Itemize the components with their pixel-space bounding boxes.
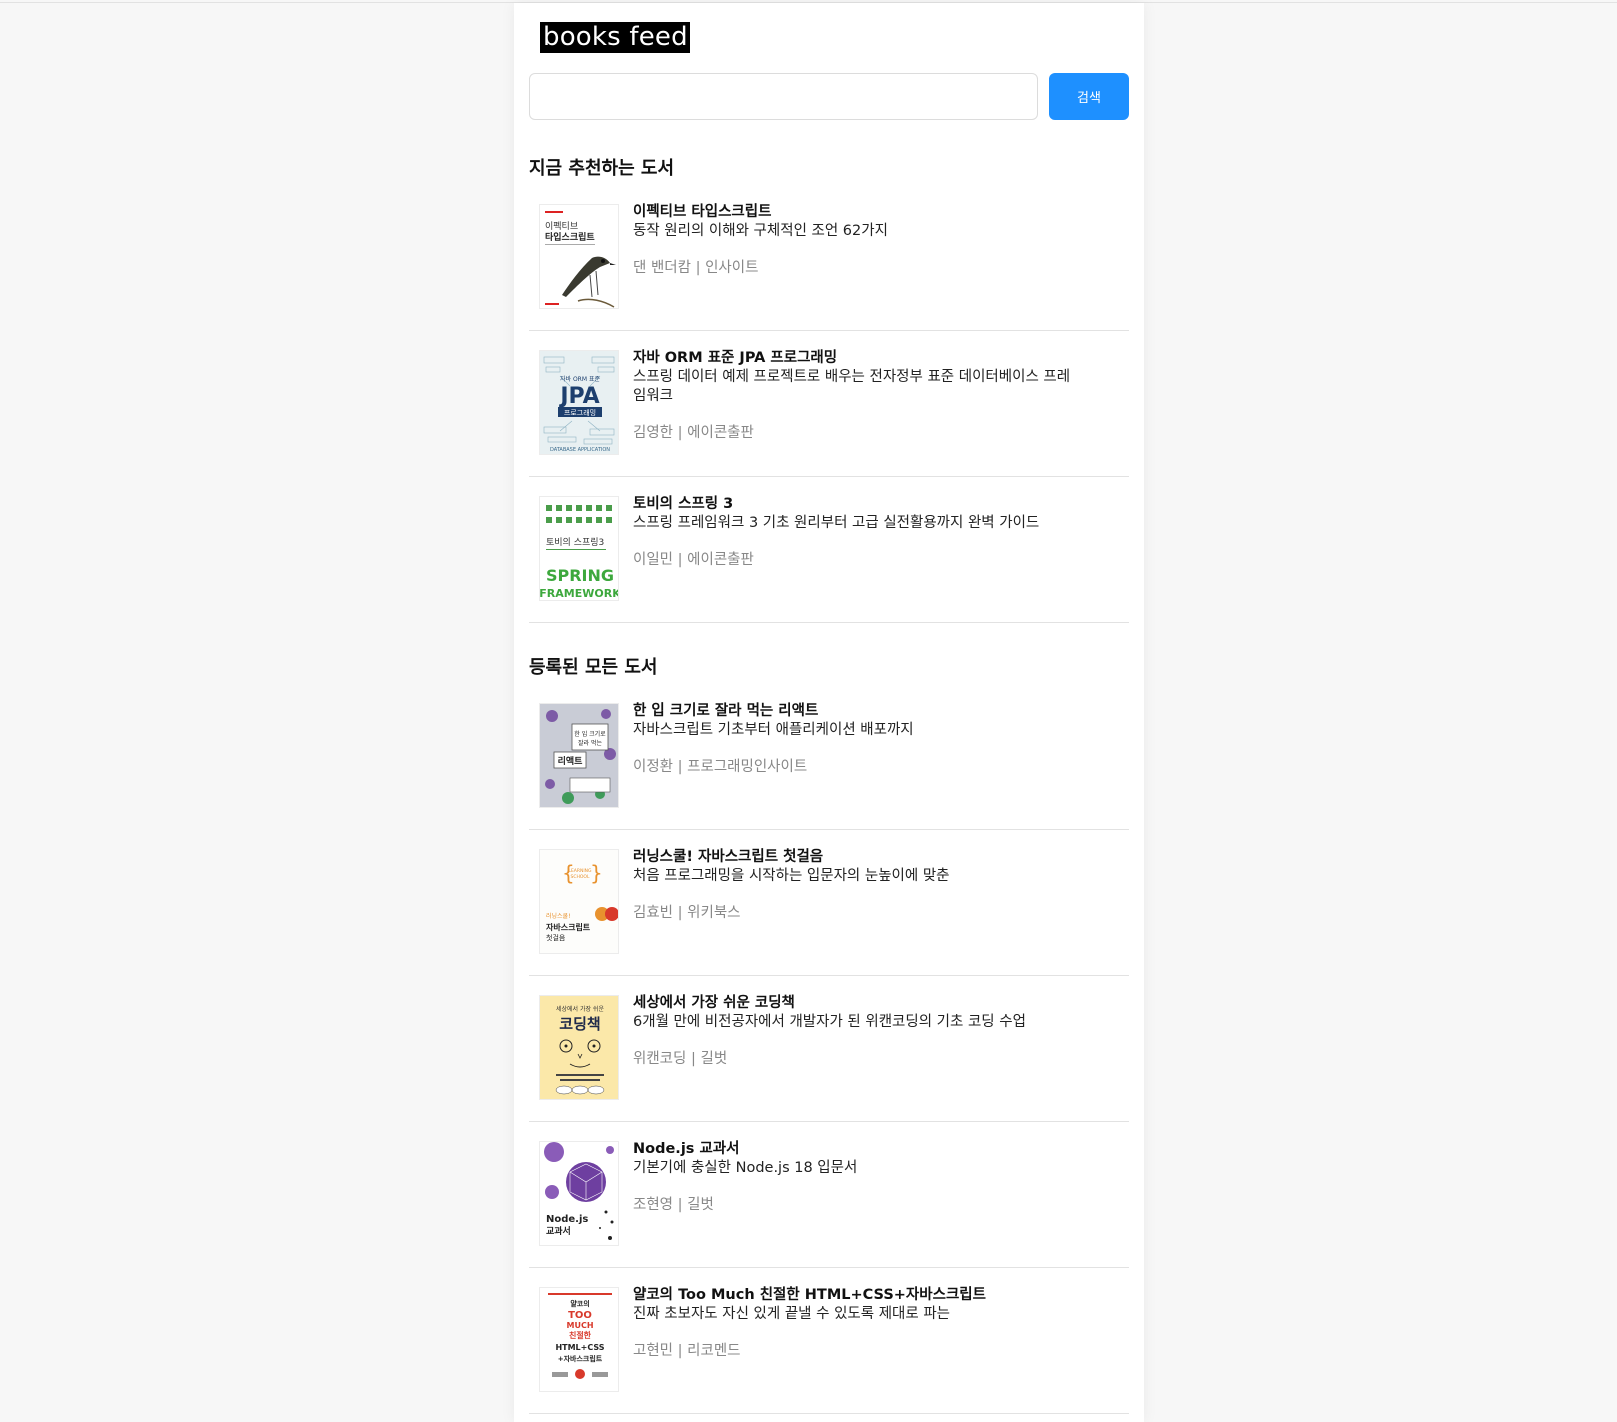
book-publisher: 인사이트 [705, 260, 759, 276]
search-button[interactable]: 검색 [1049, 73, 1129, 120]
svg-text:자바스크립트: 자바스크립트 [546, 922, 591, 932]
jpa-cover-icon: JPA 자바 ORM 표준 프로그래밍 DATABASE APPLICATION [539, 350, 619, 455]
svg-text:세상에서 가장 쉬운: 세상에서 가장 쉬운 [556, 1005, 604, 1013]
book-author: 댄 밴더캄 [633, 260, 691, 276]
book-publisher: 길벗 [687, 1197, 714, 1213]
book-publisher: 에이콘출판 [687, 425, 754, 441]
svg-text:리액트: 리액트 [558, 755, 584, 767]
book-item[interactable]: 세상에서 가장 쉬운 코딩책 세상에서 가장 쉬운 코딩책 6개월 만에 비전공… [529, 976, 1129, 1122]
book-subtitle: 진짜 초보자도 자신 있게 끝낼 수 있도록 제대로 파는 [633, 1306, 951, 1322]
svg-text:교과서: 교과서 [546, 1225, 571, 1237]
book-item[interactable]: 한 입 크기로 잘라 먹는 리액트 한 입 크기로 잘라 먹는 리액트 자바스크… [529, 684, 1129, 830]
book-meta: 이정환 | 프로그래밍인사이트 [633, 759, 808, 775]
book-publisher: 위키북스 [687, 905, 741, 921]
book-meta: 댄 밴더캄 | 인사이트 [633, 260, 759, 276]
book-publisher: 리코멘드 [687, 1343, 741, 1359]
book-title: 얄코의 Too Much 친절한 HTML+CSS+자바스크립트 [633, 1287, 986, 1303]
book-subtitle: 스프링 데이터 예제 프로젝트로 배우는 전자정부 표준 데이터베이스 프레임워… [633, 369, 1071, 404]
book-publisher: 프로그래밍인사이트 [687, 759, 808, 775]
svg-text:Node.js: Node.js [546, 1214, 588, 1225]
svg-text:러닝스쿨!: 러닝스쿨! [546, 912, 571, 920]
svg-text:SPRING: SPRING [546, 566, 614, 585]
book-item[interactable]: 이펙티브 타입스크립트 이펙티브 타입스크립트 동작 원리의 이해와 구체적인 … [529, 185, 1129, 331]
svg-text:DATABASE APPLICATION: DATABASE APPLICATION [550, 447, 610, 453]
coding-book-cover-icon: 세상에서 가장 쉬운 코딩책 [539, 995, 619, 1100]
recommended-book-list: 이펙티브 타입스크립트 이펙티브 타입스크립트 동작 원리의 이해와 구체적인 … [529, 185, 1129, 623]
svg-text:코딩책: 코딩책 [559, 1015, 600, 1033]
book-author: 조현영 [633, 1197, 674, 1213]
nodejs-cover-icon: Node.js 교과서 [539, 1141, 619, 1246]
svg-text:HTML+CSS: HTML+CSS [555, 1343, 604, 1352]
yalco-cover-icon: 얄코의 TOO MUCH 친절한 HTML+CSS +자바스크립트 [539, 1287, 619, 1392]
search-input[interactable] [529, 73, 1038, 120]
svg-text:첫걸음: 첫걸음 [546, 934, 566, 942]
book-item[interactable]: 토비의 스프링3 SPRING FRAMEWORK 토비의 스프링 3 스프링 … [529, 477, 1129, 623]
all-book-list: 한 입 크기로 잘라 먹는 리액트 한 입 크기로 잘라 먹는 리액트 자바스크… [529, 684, 1129, 1414]
book-title: 세상에서 가장 쉬운 코딩책 [633, 995, 795, 1011]
book-author: 김효빈 [633, 905, 674, 921]
book-title: 토비의 스프링 3 [633, 496, 734, 512]
learning-school-cover-icon: { } LEARNING SCHOOL 러닝스쿨! 자바스크립트 첫걸음 [539, 849, 619, 954]
svg-text:+자바스크립트: +자바스크립트 [558, 1354, 603, 1363]
book-title: 이펙티브 타입스크립트 [633, 204, 772, 220]
book-author: 위캔코딩 [633, 1051, 687, 1067]
book-title: 한 입 크기로 잘라 먹는 리액트 [633, 703, 819, 719]
svg-text:이펙티브: 이펙티브 [545, 221, 578, 232]
svg-text:타입스크립트: 타입스크립트 [545, 231, 595, 243]
book-meta: 위캔코딩 | 길벗 [633, 1051, 728, 1067]
recommended-section-title: 지금 추천하는 도서 [529, 158, 675, 179]
svg-text:}: } [590, 861, 603, 885]
book-meta: 김효빈 | 위키북스 [633, 905, 741, 921]
book-publisher: 길벗 [700, 1051, 728, 1067]
book-author: 고현민 [633, 1343, 674, 1359]
book-subtitle: 기본기에 충실한 Node.js 18 입문서 [633, 1160, 858, 1176]
svg-text:자바 ORM 표준: 자바 ORM 표준 [560, 375, 600, 383]
page-container: books feed 검색 지금 추천하는 도서 이펙티브 타입스크립트 이펙티… [514, 3, 1144, 1422]
book-item[interactable]: JPA 자바 ORM 표준 프로그래밍 DATABASE APPLICATION… [529, 331, 1129, 477]
search-bar: 검색 [529, 73, 1129, 120]
book-title: 자바 ORM 표준 JPA 프로그래밍 [633, 350, 838, 366]
svg-text:JPA: JPA [558, 384, 599, 409]
book-author: 이정환 [633, 759, 674, 775]
svg-text:토비의 스프링3: 토비의 스프링3 [546, 536, 604, 548]
bird-cover-icon: 이펙티브 타입스크립트 [539, 204, 619, 309]
book-item[interactable]: Node.js 교과서 Node.js 교과서 기본기에 충실한 Node.js… [529, 1122, 1129, 1268]
react-cover-icon: 한 입 크기로 잘라 먹는 리액트 [539, 703, 619, 808]
svg-text:SCHOOL: SCHOOL [571, 874, 590, 880]
svg-text:TOO: TOO [568, 1310, 592, 1321]
book-item[interactable]: 얄코의 TOO MUCH 친절한 HTML+CSS +자바스크립트 얄코의 To… [529, 1268, 1129, 1414]
svg-text:LEARNING: LEARNING [568, 868, 592, 874]
book-meta: 고현민 | 리코멘드 [633, 1343, 741, 1359]
book-subtitle: 스프링 프레임워크 3 기초 원리부터 고급 실전활용까지 완벽 가이드 [633, 515, 1040, 531]
book-item[interactable]: { } LEARNING SCHOOL 러닝스쿨! 자바스크립트 첫걸음 러닝스… [529, 830, 1129, 976]
book-subtitle: 동작 원리의 이해와 구체적인 조언 62가지 [633, 223, 888, 239]
logo[interactable]: books feed [540, 22, 690, 53]
svg-text:한 입 크기로: 한 입 크기로 [574, 730, 606, 738]
book-author: 이일민 [633, 552, 674, 568]
book-subtitle: 6개월 만에 비전공자에서 개발자가 된 위캔코딩의 기초 코딩 수업 [633, 1014, 1026, 1030]
svg-text:얄코의: 얄코의 [570, 1299, 589, 1308]
svg-text:FRAMEWORK: FRAMEWORK [540, 587, 619, 600]
svg-text:잘라 먹는: 잘라 먹는 [578, 739, 602, 747]
book-meta: 조현영 | 길벗 [633, 1197, 714, 1213]
svg-text:프로그래밍: 프로그래밍 [564, 408, 596, 417]
book-meta: 이일민 | 에이콘출판 [633, 552, 754, 568]
book-subtitle: 처음 프로그래밍을 시작하는 입문자의 눈높이에 맞춘 [633, 868, 950, 884]
book-meta: 김영한 | 에이콘출판 [633, 425, 754, 441]
book-subtitle: 자바스크립트 기초부터 애플리케이션 배포까지 [633, 722, 914, 738]
book-author: 김영한 [633, 425, 674, 441]
book-title: 러닝스쿨! 자바스크립트 첫걸음 [633, 849, 824, 865]
all-books-section-title: 등록된 모든 도서 [529, 657, 658, 678]
book-publisher: 에이콘출판 [687, 552, 754, 568]
book-title: Node.js 교과서 [633, 1141, 740, 1157]
spring-cover-icon: 토비의 스프링3 SPRING FRAMEWORK [539, 496, 619, 601]
svg-text:MUCH: MUCH [566, 1321, 593, 1330]
svg-text:친절한: 친절한 [569, 1330, 592, 1340]
